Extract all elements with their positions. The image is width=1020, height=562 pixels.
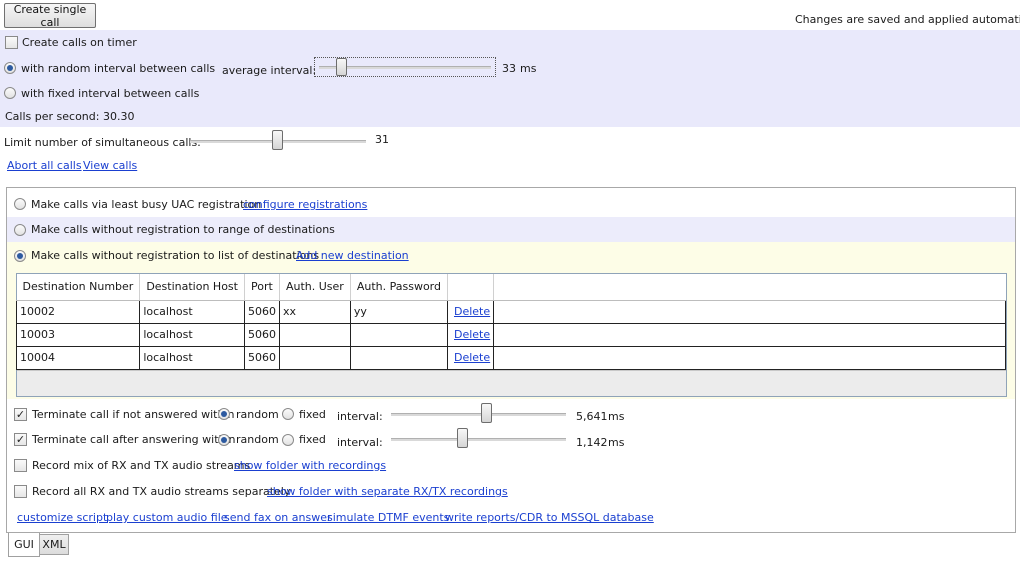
after-answering-interval-slider[interactable] [391, 428, 566, 450]
slider-thumb[interactable] [457, 428, 468, 448]
average-interval-slider[interactable] [314, 57, 496, 77]
least-busy-radio[interactable] [14, 198, 26, 210]
table-row: 10002 localhost 5060 xx yy Delete [15, 299, 1006, 324]
play-custom-audio-link[interactable]: play custom audio file [106, 511, 228, 525]
not-answered-interval-slider[interactable] [391, 403, 566, 425]
after-answering-fixed-radio[interactable] [282, 434, 294, 446]
view-calls-link[interactable]: View calls [83, 159, 137, 173]
after-answering-interval-label: interval: [337, 436, 383, 449]
not-answered-interval-unit: ms [608, 410, 625, 423]
simulate-dtmf-link[interactable]: simulate DTMF events [327, 511, 449, 525]
limit-simultaneous-slider[interactable] [190, 130, 366, 152]
cell-password[interactable] [350, 346, 449, 370]
not-answered-random-radio[interactable] [218, 408, 230, 420]
after-answering-random-radio[interactable] [218, 434, 230, 446]
calls-per-second: Calls per second: 30.30 [5, 110, 135, 123]
timer-section [0, 30, 1020, 127]
cell-number[interactable]: 10004 [15, 346, 141, 370]
not-answered-random-label: random [236, 408, 279, 421]
write-reports-link[interactable]: write reports/CDR to MSSQL database [445, 511, 654, 525]
after-answering-fixed-label: fixed [299, 433, 326, 446]
header-auth-user[interactable]: Auth. User [279, 274, 351, 301]
cell-host[interactable]: localhost [139, 299, 245, 324]
cell-filler [493, 299, 1006, 324]
cell-user[interactable]: xx [279, 299, 351, 324]
header-action [447, 274, 495, 301]
grid-empty-area [17, 370, 1006, 396]
slider-thumb[interactable] [336, 58, 347, 76]
show-folder-separate-recordings-link[interactable]: show folder with separate RX/TX recordin… [267, 485, 508, 499]
after-answering-interval-unit: ms [608, 436, 625, 449]
terminate-after-answering-checkbox[interactable]: ✓ [14, 433, 27, 446]
destinations-table: Destination Number Destination Host Port… [15, 274, 1006, 370]
create-single-call-button[interactable]: Create single call [4, 3, 96, 29]
record-separate-checkbox[interactable] [14, 485, 27, 498]
record-mix-checkbox[interactable] [14, 459, 27, 472]
tab-xml[interactable]: XML [39, 534, 69, 555]
least-busy-label: Make calls via least busy UAC registrati… [31, 198, 262, 211]
random-interval-radio[interactable] [4, 62, 16, 74]
slider-thumb[interactable] [272, 130, 283, 150]
list-radio[interactable] [14, 250, 26, 262]
limit-simultaneous-value: 31 [375, 133, 389, 146]
delete-link[interactable]: Delete [454, 328, 490, 341]
range-label: Make calls without registration to range… [31, 223, 335, 236]
cell-number[interactable]: 10002 [15, 299, 141, 324]
slider-thumb[interactable] [481, 403, 492, 423]
terminate-after-answering-label: Terminate call after answering within [32, 433, 236, 446]
not-answered-interval-label: interval: [337, 410, 383, 423]
cell-port[interactable]: 5060 [244, 299, 280, 324]
after-answering-interval-value: 1,142 [576, 436, 608, 449]
terminate-not-answered-checkbox[interactable]: ✓ [14, 408, 27, 421]
table-row: 10003 localhost 5060 Delete [15, 323, 1006, 347]
cell-password[interactable]: yy [350, 299, 449, 324]
cell-number[interactable]: 10003 [15, 323, 141, 347]
random-interval-label: with random interval between calls [21, 62, 216, 75]
customize-script-link[interactable]: customize script [17, 511, 107, 525]
cell-filler [493, 346, 1006, 370]
table-header-row: Destination Number Destination Host Port… [16, 274, 1006, 301]
send-fax-link[interactable]: send fax on answer [224, 511, 332, 525]
show-folder-recordings-link[interactable]: show folder with recordings [234, 459, 386, 473]
create-calls-on-timer-checkbox[interactable] [5, 36, 18, 49]
cell-filler [493, 323, 1006, 347]
not-answered-interval-value: 5,641 [576, 410, 608, 423]
average-interval-label: average interval: [222, 64, 317, 77]
range-radio[interactable] [14, 224, 26, 236]
after-answering-random-label: random [236, 433, 279, 446]
average-interval-value: 33 [502, 62, 516, 75]
add-new-destination-link[interactable]: Add new destination [296, 249, 409, 263]
cell-user[interactable] [279, 323, 351, 347]
not-answered-fixed-label: fixed [299, 408, 326, 421]
delete-link[interactable]: Delete [454, 351, 490, 364]
cell-port[interactable]: 5060 [244, 323, 280, 347]
fixed-interval-label: with fixed interval between calls [21, 87, 200, 100]
cell-host[interactable]: localhost [139, 346, 245, 370]
cell-user[interactable] [279, 346, 351, 370]
abort-all-calls-link[interactable]: Abort all calls [7, 159, 82, 173]
header-port[interactable]: Port [244, 274, 280, 301]
list-label: Make calls without registration to list … [31, 249, 320, 262]
record-mix-label: Record mix of RX and TX audio streams [32, 459, 251, 472]
fixed-interval-radio[interactable] [4, 87, 16, 99]
limit-simultaneous-label: Limit number of simultaneous calls: [4, 136, 201, 149]
autosave-note: Changes are saved and applied automatica… [795, 13, 1020, 26]
cell-host[interactable]: localhost [139, 323, 245, 347]
record-separate-label: Record all RX and TX audio streams separ… [32, 485, 291, 498]
tab-gui[interactable]: GUI [8, 533, 40, 557]
table-row: 10004 localhost 5060 Delete [15, 346, 1006, 370]
terminate-not-answered-label: Terminate call if not answered within [32, 408, 235, 421]
cell-password[interactable] [350, 323, 449, 347]
header-destination-host[interactable]: Destination Host [139, 274, 245, 301]
header-filler [493, 274, 1006, 301]
average-interval-unit: ms [520, 62, 537, 75]
cell-port[interactable]: 5060 [244, 346, 280, 370]
configure-registrations-link[interactable]: configure registrations [243, 198, 367, 212]
not-answered-fixed-radio[interactable] [282, 408, 294, 420]
header-auth-password[interactable]: Auth. Password [350, 274, 449, 301]
create-calls-on-timer-label: Create calls on timer [22, 36, 137, 49]
header-destination-number[interactable]: Destination Number [16, 274, 141, 301]
delete-link[interactable]: Delete [454, 305, 490, 318]
